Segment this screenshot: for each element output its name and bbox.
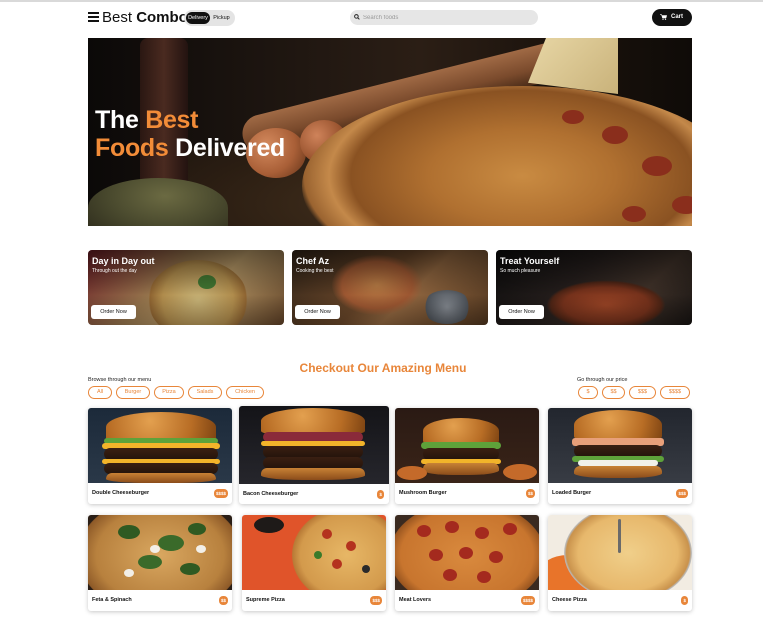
cart-label: Cart (671, 14, 684, 20)
supreme-pizza-image (242, 515, 386, 590)
meat-lovers-pizza-image (395, 515, 539, 590)
promo-subtitle: Cooking the best (296, 268, 334, 274)
price-chip-4[interactable]: $$$$ (660, 386, 690, 399)
double-cheeseburger-image (88, 408, 232, 483)
promo-title: Treat Yourself (500, 256, 560, 266)
promo-title: Chef Az (296, 256, 330, 266)
menu-item-price-badge: $$$$ (520, 596, 535, 605)
category-chip-chicken[interactable]: Chicken (226, 386, 264, 399)
hero-word: The (95, 106, 139, 134)
promo-subtitle: Through out the day (92, 268, 137, 274)
promo-card-chef-az: Chef Az Cooking the best Order Now (292, 250, 488, 325)
price-filter-label: Go through our price (577, 377, 628, 383)
promo-subtitle: So much pleasure (500, 268, 541, 274)
menu-item-price-badge: $ (681, 596, 688, 605)
menu-item-card[interactable]: Meat Lovers $$$$ (395, 515, 539, 611)
menu-item-card[interactable]: Supreme Pizza $$$ (242, 515, 386, 611)
menu-item-name: Loaded Burger (552, 490, 592, 496)
menu-item-name: Meat Lovers (399, 597, 432, 603)
price-chip-3[interactable]: $$$ (629, 386, 656, 399)
hamburger-menu-icon[interactable] (88, 12, 99, 22)
hero-word-accent: Foods (95, 134, 169, 162)
cart-button[interactable]: Cart (652, 9, 692, 26)
hero-banner: The Best Foods Delivered (88, 38, 692, 226)
window-top-border (0, 0, 763, 2)
order-now-button[interactable]: Order Now (91, 305, 136, 319)
promo-title: Day in Day out (92, 256, 155, 266)
menu-item-name: Double Cheeseburger (92, 490, 150, 496)
brand-name-light: Best (102, 9, 133, 26)
hero-word: Delivered (175, 134, 286, 162)
menu-item-price-badge: $ (377, 490, 384, 499)
cart-icon (660, 14, 667, 20)
category-chip-salads[interactable]: Salads (188, 386, 222, 399)
category-chip-pizza[interactable]: Pizza (154, 386, 184, 399)
menu-item-name: Mushroom Burger (399, 490, 447, 496)
menu-item-name: Feta & Spinach (92, 597, 132, 603)
menu-section-title: Checkout Our Amazing Menu (299, 361, 467, 375)
search-input[interactable] (363, 11, 533, 24)
menu-item-card[interactable]: Loaded Burger $$$ (548, 408, 692, 504)
brand-logo[interactable]: Best Combo (102, 9, 188, 27)
menu-item-card[interactable]: Cheese Pizza $ (548, 515, 692, 611)
pickup-option[interactable]: Pickup (210, 12, 233, 24)
order-now-button[interactable]: Order Now (499, 305, 544, 319)
category-chip-all[interactable]: All (88, 386, 112, 399)
category-filter-label: Browse through our menu (88, 377, 152, 383)
menu-item-name: Cheese Pizza (552, 597, 587, 603)
cheese-pizza-image (548, 515, 692, 590)
brand-name-bold: Combo (136, 9, 188, 26)
price-chip-2[interactable]: $$ (602, 386, 625, 399)
price-chip-1[interactable]: $ (578, 386, 598, 399)
top-nav: Best Combo Delivery Pickup Cart (88, 8, 692, 28)
bacon-cheeseburger-image (239, 406, 389, 484)
menu-item-price-badge: $$ (218, 596, 228, 605)
search-bar (350, 10, 538, 25)
menu-item-name: Bacon Cheeseburger (243, 491, 299, 497)
mushroom-burger-image (395, 408, 539, 483)
promo-card-day-in-day-out: Day in Day out Through out the day Order… (88, 250, 284, 325)
menu-item-card[interactable]: Feta & Spinach $$ (88, 515, 232, 611)
hero-word-accent: Best (145, 106, 199, 134)
menu-item-card[interactable]: Mushroom Burger $$ (395, 408, 539, 504)
menu-item-price-badge: $$$ (676, 489, 688, 498)
feta-spinach-pizza-image (88, 515, 232, 590)
menu-item-price-badge: $$ (525, 489, 535, 498)
menu-item-card[interactable]: Bacon Cheeseburger $ (239, 406, 389, 504)
hero-headline: The Best Foods Delivered (95, 106, 285, 162)
category-chip-burger[interactable]: Burger (116, 386, 150, 399)
menu-item-name: Supreme Pizza (246, 597, 285, 603)
loaded-burger-image (548, 408, 692, 483)
order-now-button[interactable]: Order Now (295, 305, 340, 319)
menu-item-price-badge: $$$ (370, 596, 382, 605)
search-icon (354, 14, 360, 20)
promo-card-treat-yourself: Treat Yourself So much pleasure Order No… (496, 250, 692, 325)
delivery-option[interactable]: Delivery (186, 12, 210, 24)
delivery-pickup-toggle: Delivery Pickup (184, 10, 235, 26)
menu-item-card[interactable]: Double Cheeseburger $$$$ (88, 408, 232, 504)
menu-item-price-badge: $$$$ (213, 489, 228, 498)
